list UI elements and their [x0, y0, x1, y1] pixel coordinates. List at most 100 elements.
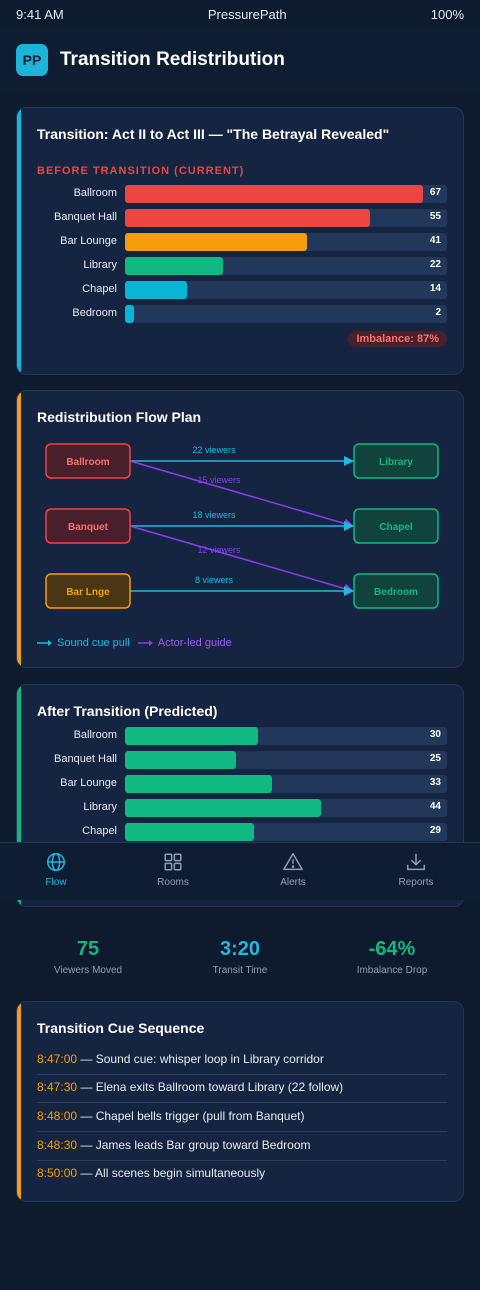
bar-value: 14: [429, 283, 441, 294]
stat-value: 3:20: [219, 938, 261, 960]
bar-row: Ballroom 30: [17, 727, 463, 745]
bar-fill: [125, 281, 188, 299]
app-logo: PP: [16, 44, 48, 76]
bar-label: Ballroom: [73, 729, 117, 741]
bar-fill: [125, 305, 134, 323]
tab-label: Reports: [398, 877, 434, 888]
bar-track: 29: [125, 823, 447, 841]
target-node-label: Library: [379, 457, 413, 468]
bar-track: 25: [125, 751, 447, 769]
flow-plan-card: Redistribution Flow Plan 22 viewers 15 vi…: [16, 390, 464, 668]
tab-flow[interactable]: Flow: [6, 851, 106, 888]
cue-time: 8:48:00: [37, 1109, 78, 1123]
bar-fill: [125, 209, 370, 227]
bar-track: 30: [125, 727, 447, 745]
before-card-title: Transition: Act II to Act III — "The Bet…: [37, 126, 390, 142]
cue-text: — James leads Bar group toward Bedroom: [77, 1138, 311, 1152]
status-time: 9:41 AM: [16, 6, 64, 22]
flow-label: 15 viewers: [197, 475, 241, 485]
bar-label: Banquet Hall: [54, 211, 117, 223]
stat-value: -64%: [368, 938, 416, 960]
cue-item: 8:50:00 — All scenes begin simultaneousl…: [37, 1166, 447, 1188]
target-node-label: Bedroom: [374, 587, 418, 598]
bar-row: Bar Lounge 33: [17, 775, 463, 793]
flow-label: 8 viewers: [195, 575, 234, 585]
bar-label: Library: [83, 259, 117, 271]
source-node-label: Ballroom: [66, 457, 109, 468]
tab-label: Rooms: [157, 877, 189, 888]
tab-label: Flow: [45, 877, 67, 888]
card-accent: [17, 1002, 21, 1201]
tab-rooms[interactable]: Rooms: [123, 851, 223, 888]
cue-item: 8:48:00 — Chapel bells trigger (pull fro…: [37, 1109, 447, 1132]
flow-legend: Sound cue pull Actor-led guide: [37, 637, 232, 649]
bar-value: 25: [429, 753, 441, 764]
bar-row: Bar Lounge 41: [17, 233, 463, 251]
grid-icon: [164, 853, 182, 871]
cue-time: 8:50:00: [37, 1166, 78, 1180]
tab-alerts[interactable]: Alerts: [243, 851, 343, 888]
cue-text: — Chapel bells trigger (pull from Banque…: [77, 1109, 305, 1123]
bottom-tab-bar: Flow Rooms Alerts Reports: [0, 842, 480, 900]
cue-item: 8:48:30 — James leads Bar group toward B…: [37, 1138, 447, 1161]
bar-fill: [125, 799, 321, 817]
before-transition-card: Transition: Act II to Act III — "The Bet…: [16, 107, 464, 375]
bar-label: Library: [83, 801, 117, 813]
bar-value: 30: [429, 729, 441, 740]
legend-sound-cue: Sound cue pull: [37, 637, 130, 649]
bar-value: 33: [429, 777, 441, 788]
bar-track: 67: [125, 185, 447, 203]
page-title: Transition Redistribution: [60, 49, 285, 70]
stat-label: Transit Time: [212, 965, 268, 976]
before-section-label: BEFORE TRANSITION (CURRENT): [37, 165, 245, 177]
target-node-label: Chapel: [379, 522, 413, 533]
cue-text: — All scenes begin simultaneously: [77, 1166, 266, 1180]
flow-label: 12 viewers: [197, 545, 241, 555]
bar-row: Banquet Hall 25: [17, 751, 463, 769]
status-app-name: PressurePath: [207, 6, 287, 22]
bar-label: Banquet Hall: [54, 753, 117, 765]
flow-label: 22 viewers: [192, 445, 236, 455]
bar-track: 41: [125, 233, 447, 251]
globe-icon: [47, 853, 65, 871]
bar-label: Bedroom: [72, 307, 117, 319]
bar-value: 55: [429, 211, 441, 222]
bar-fill: [125, 727, 259, 745]
bar-label: Bar Lounge: [60, 235, 117, 247]
bar-fill: [125, 185, 423, 203]
bar-track: 55: [125, 209, 447, 227]
arrow-right-icon: [37, 640, 52, 646]
cue-item: 8:47:00 — Sound cue: whisper loop in Lib…: [37, 1052, 447, 1075]
after-card-title: After Transition (Predicted): [37, 703, 218, 719]
status-battery: 100%: [430, 6, 464, 22]
bar-value: 22: [429, 259, 441, 270]
status-bar: 9:41 AM PressurePath 100%: [0, 0, 480, 28]
bar-fill: [125, 751, 237, 769]
bar-row: Banquet Hall 55: [17, 209, 463, 227]
bar-row: Library 44: [17, 799, 463, 817]
cue-sequence-card: Transition Cue Sequence 8:47:00 — Sound …: [16, 1001, 464, 1202]
stat-label: Viewers Moved: [53, 965, 123, 976]
flow-arrow: [129, 525, 354, 594]
bar-row: Bedroom 2: [17, 305, 463, 323]
cue-item: 8:47:30 — Elena exits Ballroom toward Li…: [37, 1080, 447, 1103]
stat-transit-time: 3:20 Transit Time: [160, 938, 320, 976]
bar-value: 44: [429, 801, 441, 812]
bar-fill: [125, 823, 254, 841]
bar-track: 44: [125, 799, 447, 817]
legend-sound-label: Sound cue pull: [57, 637, 130, 649]
tab-reports[interactable]: Reports: [366, 851, 466, 888]
bar-value: 29: [429, 825, 441, 836]
cue-time: 8:47:00: [37, 1052, 78, 1066]
bar-label: Bar Lounge: [60, 777, 117, 789]
alert-triangle-icon: [283, 853, 303, 871]
tab-label: Alerts: [280, 877, 306, 888]
cue-text: — Elena exits Ballroom toward Library (2…: [77, 1080, 344, 1094]
imbalance-badge: Imbalance: 87%: [348, 331, 447, 347]
cue-card-title: Transition Cue Sequence: [37, 1020, 205, 1036]
stat-imbalance-drop: -64% Imbalance Drop: [312, 938, 472, 976]
bar-track: 2: [125, 305, 447, 323]
bar-row: Library 22: [17, 257, 463, 275]
bar-track: 33: [125, 775, 447, 793]
app-header: PP Transition Redistribution: [0, 28, 480, 92]
